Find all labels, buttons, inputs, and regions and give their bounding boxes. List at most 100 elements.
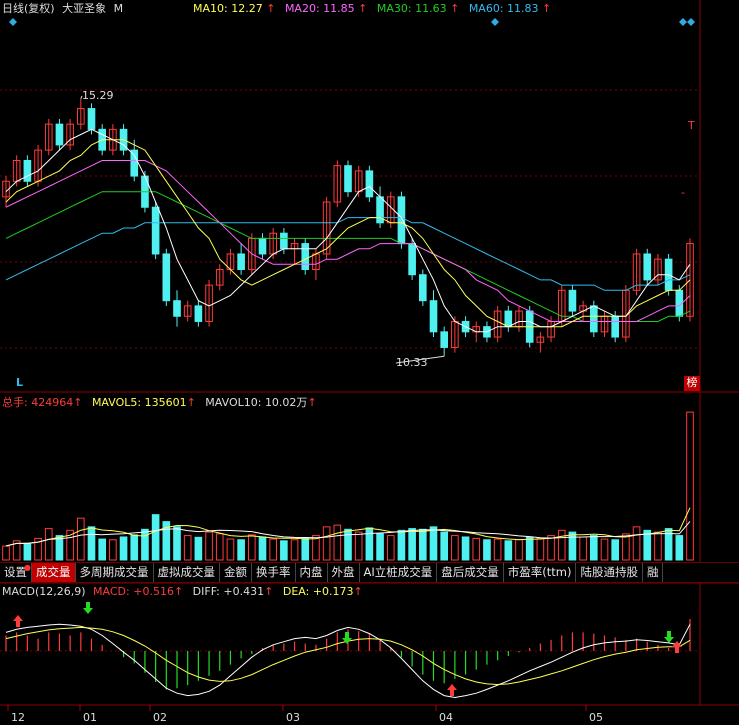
period-label[interactable]: 日线(复权) [2,2,55,15]
volume-bar [247,534,256,561]
ma20-legend: MA20: 11.85 ↑ [284,2,368,15]
volume-bar [269,538,278,561]
volume-legend: 总手: 424964↑ MAVOL5: 135601↑ MAVOL10: 10.… [2,396,317,410]
volume-bar [173,526,181,561]
tab-9[interactable]: 盘后成交量 [437,563,504,582]
ma-legend: MA10: 12.27 ↑ MA20: 11.85 ↑ MA30: 11.63 … [193,2,551,16]
volume-bar [472,537,481,561]
volume-bar [632,526,641,561]
tab-6[interactable]: 内盘 [296,563,328,582]
right-mark-t: T [688,119,695,132]
tab-label: 金额 [224,565,247,579]
tab-10[interactable]: 市盈率(ttm) [504,563,577,582]
volume-bar [589,535,598,561]
event-diamond-icon [679,18,687,26]
tab-0[interactable]: 设置 ● [0,563,32,582]
tab-8[interactable]: AI立桩成交量 [360,563,438,582]
rank-badge[interactable]: 榜 [684,376,700,391]
volume-bar [397,529,406,561]
volume-bar [109,539,117,561]
tab-12[interactable]: 融 [643,563,664,582]
x-tick-label: 04 [439,711,453,724]
macd-legend: MACD(12,26,9) MACD: +0.516↑ DIFF: +0.431… [2,585,363,599]
volume-bar [557,529,566,561]
volume-bar [536,537,545,561]
event-diamond-icon [491,18,499,26]
candle-body [173,300,181,317]
volume-bar [194,536,203,561]
volume-bar [183,535,192,561]
sell-arrow-icon [664,631,674,643]
volume-bar [290,539,299,561]
x-tick-label: 01 [83,711,97,724]
candle-body [301,243,310,271]
volume-bar [237,539,245,561]
candle-body [365,170,374,198]
tab-label: 外盘 [331,565,355,579]
volume-bar [119,536,128,561]
x-tick-label: 05 [589,711,603,724]
volume-bar [98,538,107,561]
volume-bar [418,528,427,561]
volume-bar [675,535,684,561]
volume-bar [365,527,374,561]
volume-bar [354,531,363,561]
candle-body [408,243,416,276]
candle-body [568,289,577,312]
volume-bar [579,536,587,561]
tab-label: 虚拟成交量 [157,565,216,579]
total-volume: 总手: 424964↑ [2,396,83,409]
low-price-label: 10.33 [396,356,428,369]
volume-bar [333,524,342,561]
candle-body [504,310,513,328]
stock-name: 大亚圣象 [62,2,107,15]
candle-body [23,160,32,182]
volume-bar [258,536,267,561]
ma30-line [5,191,691,322]
volume-bar [205,531,213,561]
volume-bar [429,526,438,561]
candle-body [397,196,406,245]
buy-arrow-icon [13,615,23,627]
tab-1[interactable]: 成交量 [32,563,76,582]
tab-4[interactable]: 金额 [220,563,252,582]
tab-2[interactable]: 多周期成交量 [76,563,154,582]
candle-body [130,149,139,177]
volume-bar [2,545,10,561]
volume-bar [483,539,491,561]
tab-3[interactable]: 虚拟成交量 [154,563,220,582]
tab-7[interactable]: 外盘 [328,563,360,582]
volume-bar [76,517,85,561]
volume-bar [654,531,662,561]
candle-body [258,237,267,255]
volume-bar [643,529,652,561]
tab-11[interactable]: 陆股通持股 [576,563,643,582]
ma5-line [5,128,691,333]
tab-label: AI立桩成交量 [363,565,433,579]
tab-label: 多周期成交量 [79,565,149,579]
volume-bar [504,540,513,561]
volume-bar [386,535,395,561]
x-tick-label: 12 [11,711,25,724]
x-tick-label: 02 [153,711,167,724]
high-price-label: 15.29 [82,89,114,102]
volume-bar [461,536,470,561]
candle-body [87,108,96,130]
macd-name: MACD(12,26,9) [2,585,86,598]
volume-bar [408,528,416,561]
chart-canvas[interactable]: 12 01 02 03 04 05 [0,0,739,725]
tab-label: 内盘 [299,565,323,579]
stock-chart: 12 01 02 03 04 05 日线(复权) 大亚圣象 M MA10: 12.27 ↑… [0,0,739,725]
indicator-tabs: 设置 ● 成交量 多周期成交量 虚拟成交量 金额 换手率 内盘 外盘 AI立桩成交量 盘后成交量 市盈… [0,562,739,583]
volume-bar [87,526,96,561]
volume-bar [525,536,534,561]
tab-label: 融 [646,565,659,579]
ma30-legend: MA30: 11.63 ↑ [376,2,460,15]
volume-bar [130,534,139,561]
volume-bar [226,538,235,561]
mavol5-legend: MAVOL5: 135601↑ [91,396,196,409]
candle-body [55,123,64,146]
candle-body [429,300,438,333]
volume-bar [23,542,32,561]
tab-5[interactable]: 换手率 [252,563,296,582]
